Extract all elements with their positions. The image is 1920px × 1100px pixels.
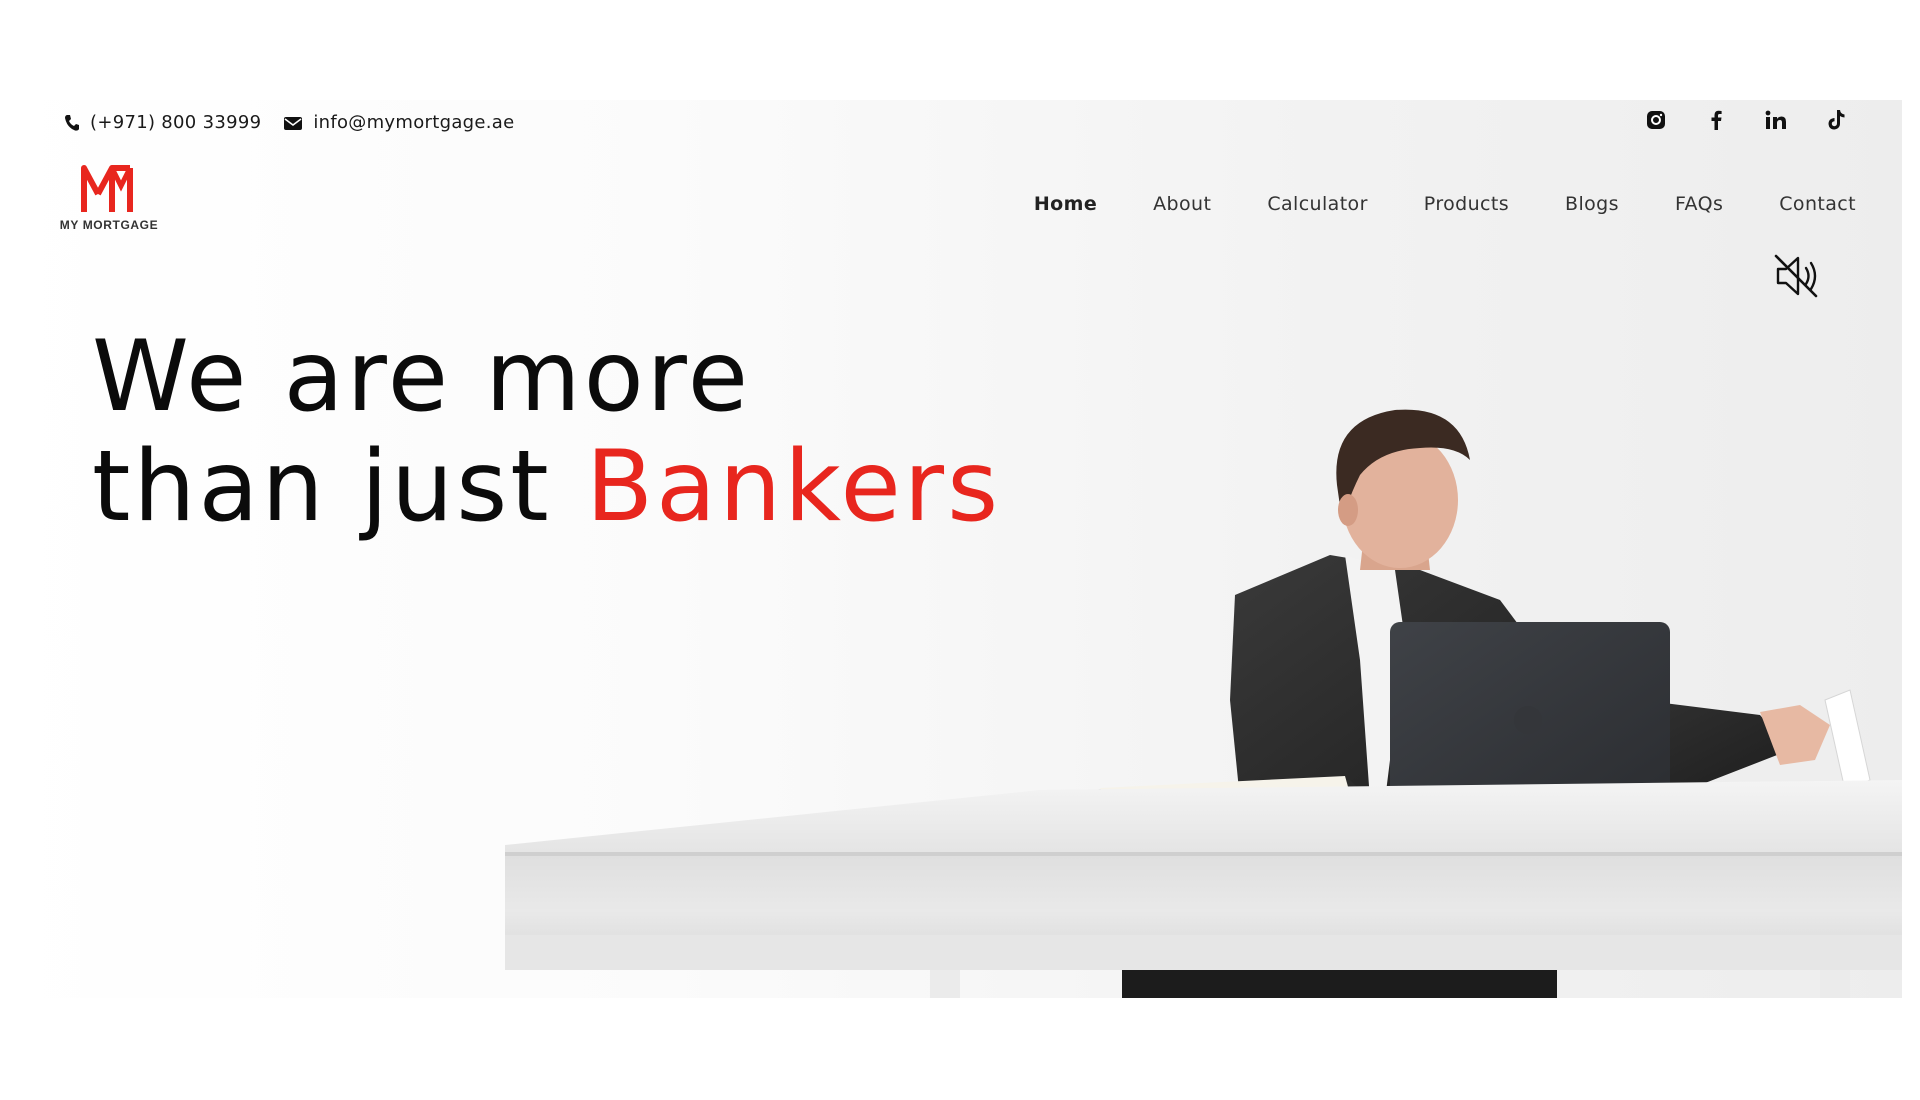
phone-number: (+971) 800 33999: [90, 112, 262, 133]
email-link[interactable]: info@mymortgage.ae: [283, 112, 514, 133]
instagram-icon[interactable]: [1644, 108, 1668, 132]
hero-headline: We are more than just Bankers: [92, 322, 1001, 542]
nav-item-blogs[interactable]: Blogs: [1565, 193, 1619, 215]
page: (+971) 800 33999 info@mymortgage.ae MY M…: [0, 0, 1920, 1100]
nav-item-calculator[interactable]: Calculator: [1267, 193, 1367, 215]
logo-text: MY MORTGAGE: [59, 218, 159, 232]
facebook-icon[interactable]: [1704, 108, 1728, 132]
headline-line-2: than just Bankers: [92, 432, 1001, 542]
speaker-muted-icon: [1774, 254, 1818, 298]
logo[interactable]: MY MORTGAGE: [54, 162, 164, 234]
nav-item-contact[interactable]: Contact: [1779, 193, 1856, 215]
nav-item-home[interactable]: Home: [1034, 193, 1097, 215]
tiktok-icon[interactable]: [1824, 108, 1848, 132]
nav-item-about[interactable]: About: [1153, 193, 1211, 215]
nav-item-products[interactable]: Products: [1424, 193, 1509, 215]
headline-accent-word: Bankers: [585, 430, 1002, 544]
envelope-icon: [283, 115, 303, 131]
logo-mark-icon: [81, 165, 133, 212]
headline-line-1: We are more: [92, 320, 752, 434]
social-links: [1644, 108, 1848, 132]
phone-link[interactable]: (+971) 800 33999: [64, 112, 261, 133]
headline-line-2-prefix: than just: [92, 430, 586, 544]
hero-scene-image: [505, 409, 1902, 998]
linkedin-icon[interactable]: [1764, 108, 1788, 132]
email-address: info@mymortgage.ae: [313, 112, 515, 133]
contact-bar: (+971) 800 33999 info@mymortgage.ae: [64, 112, 514, 133]
hero-video: [0, 100, 1902, 998]
phone-icon: [64, 114, 80, 132]
mute-toggle-button[interactable]: [1772, 252, 1824, 300]
nav-item-faqs[interactable]: FAQs: [1675, 193, 1723, 215]
main-nav: Home About Calculator Products Blogs FAQ…: [1034, 193, 1856, 215]
